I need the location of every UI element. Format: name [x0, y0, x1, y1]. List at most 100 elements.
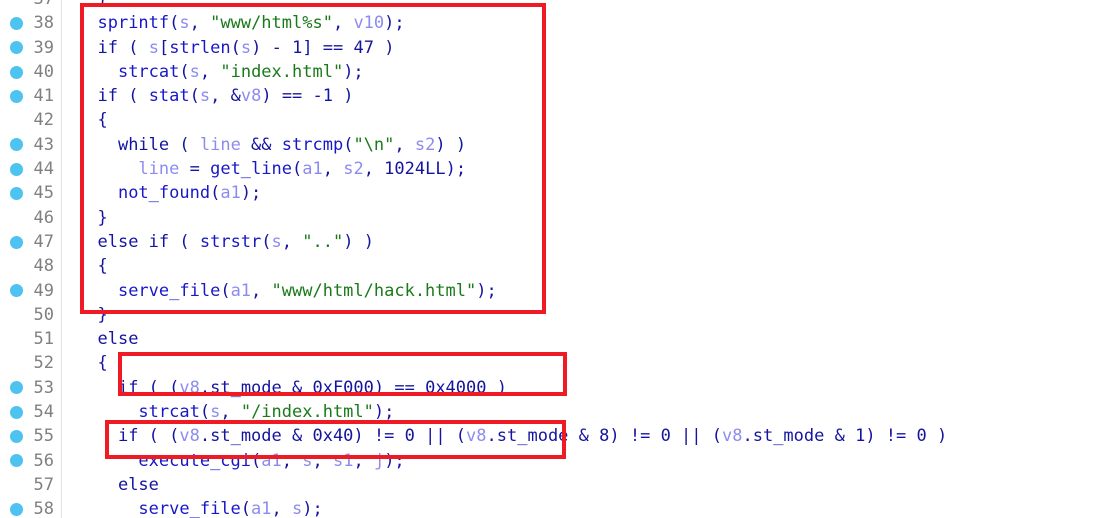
line-number-39[interactable]: 39 — [0, 36, 61, 60]
breakpoint-icon[interactable] — [10, 405, 23, 419]
code-token-var: s — [240, 37, 252, 58]
line-number-54[interactable]: 54 — [0, 400, 61, 424]
code-token-punc: ) — [333, 86, 354, 107]
code-token-punc: ( — [240, 499, 252, 518]
code-line-43[interactable]: while ( line && strcmp("\n", s2) ) — [63, 133, 1095, 157]
code-editor[interactable]: } sprintf(s, "www/html%s", v10); if ( s[… — [0, 0, 1095, 518]
code-line-56[interactable]: execute_cgi(a1, s, s1, j); — [63, 449, 1095, 473]
code-token-punc: , & — [210, 86, 241, 107]
line-number-40[interactable]: 40 — [0, 60, 61, 84]
code-token-var: s — [179, 13, 190, 34]
code-token-str: "/index.html" — [240, 402, 374, 423]
line-number-56[interactable]: 56 — [0, 449, 61, 473]
code-line-40[interactable]: strcat(s, "index.html"); — [63, 60, 1095, 84]
code-area[interactable]: } sprintf(s, "www/html%s", v10); if ( s[… — [63, 0, 1095, 518]
breakpoint-icon[interactable] — [10, 89, 23, 103]
code-token-punc: , — [189, 13, 211, 34]
code-line-42[interactable]: { — [63, 108, 1095, 132]
code-line-41[interactable]: if ( stat(s, &v8) == -1 ) — [63, 84, 1095, 108]
code-token-punc: ] == — [302, 37, 354, 58]
code-token-var: a1 — [251, 499, 272, 518]
breakpoint-icon[interactable] — [10, 284, 23, 298]
code-line-53[interactable]: if ( (v8.st_mode & 0xF000) == 0x4000 ) — [63, 376, 1095, 400]
line-number-47[interactable]: 47 — [0, 230, 61, 254]
code-token-str: ".." — [302, 231, 344, 252]
code-token-var: s — [189, 61, 200, 82]
breakpoint-icon[interactable] — [10, 16, 23, 30]
breakpoint-icon[interactable] — [10, 162, 23, 176]
line-number-label: 55 — [33, 426, 54, 447]
line-number-57[interactable]: 57 — [0, 473, 61, 497]
code-token-kw: else — [117, 474, 159, 495]
code-token-punc: , — [322, 159, 344, 180]
line-number-37[interactable]: 37 — [0, 0, 61, 11]
line-number-45[interactable]: 45 — [0, 181, 61, 205]
code-token-punc: ( ( — [138, 377, 180, 398]
breakpoint-icon[interactable] — [10, 187, 23, 201]
code-line-39[interactable]: if ( s[strlen(s) - 1] == 47 ) — [63, 36, 1095, 60]
line-number-label: 51 — [33, 329, 54, 350]
line-number-52[interactable]: 52 — [0, 351, 61, 375]
line-number-43[interactable]: 43 — [0, 133, 61, 157]
breakpoint-icon[interactable] — [10, 381, 23, 395]
breakpoint-icon[interactable] — [10, 429, 23, 443]
code-line-44[interactable]: line = get_line(a1, s2, 1024LL); — [63, 157, 1095, 181]
line-number-41[interactable]: 41 — [0, 84, 61, 108]
code-line-54[interactable]: strcat(s, "/index.html"); — [63, 400, 1095, 424]
breakpoint-icon[interactable] — [10, 138, 23, 152]
code-token-punc: ) != — [865, 426, 917, 447]
code-line-57[interactable]: else — [63, 473, 1095, 497]
code-line-55[interactable]: if ( (v8.st_mode & 0x40) != 0 || (v8.st_… — [63, 424, 1095, 448]
code-line-50[interactable]: } — [63, 303, 1095, 327]
line-number-label: 42 — [33, 110, 54, 131]
code-token-punc: , — [199, 61, 221, 82]
code-line-48[interactable]: { — [63, 254, 1095, 278]
code-line-46[interactable]: } — [63, 206, 1095, 230]
breakpoint-icon[interactable] — [10, 454, 23, 468]
line-number-55[interactable]: 55 — [0, 424, 61, 448]
code-token-fn: strcmp — [281, 134, 344, 155]
breakpoint-icon[interactable] — [10, 235, 23, 249]
code-line-49[interactable]: serve_file(a1, "www/html/hack.html"); — [63, 279, 1095, 303]
code-token-num: 0xF000 — [312, 377, 374, 398]
line-number-49[interactable]: 49 — [0, 279, 61, 303]
code-line-38[interactable]: sprintf(s, "www/html%s", v10); — [63, 11, 1095, 35]
code-token-fn: sprintf — [97, 13, 170, 34]
code-line-51[interactable]: else — [63, 327, 1095, 351]
code-token-var: line — [138, 159, 180, 180]
code-token-punc: , — [271, 499, 292, 518]
line-number-label: 41 — [33, 86, 54, 107]
code-token-num: 1 — [855, 426, 866, 447]
line-number-53[interactable]: 53 — [0, 376, 61, 400]
line-number-46[interactable]: 46 — [0, 206, 61, 230]
code-token-fn: strcat — [138, 402, 200, 423]
code-token-fn: not_found — [117, 183, 211, 204]
code-token-fn: serve_file — [117, 280, 221, 301]
breakpoint-icon[interactable] — [10, 65, 23, 79]
code-token-var: s — [148, 37, 159, 58]
breakpoint-icon[interactable] — [10, 41, 23, 55]
line-number-58[interactable]: 58 — [0, 497, 61, 518]
code-token-punc: } — [77, 207, 108, 228]
code-token-num: 1 — [322, 86, 334, 107]
code-line-45[interactable]: not_found(a1); — [63, 181, 1095, 205]
line-number-50[interactable]: 50 — [0, 303, 61, 327]
line-number-48[interactable]: 48 — [0, 254, 61, 278]
code-token-str: "index.html" — [220, 61, 344, 82]
code-line-58[interactable]: serve_file(a1, s); — [63, 497, 1095, 518]
code-token-fn: stat — [148, 86, 190, 107]
line-number-44[interactable]: 44 — [0, 157, 61, 181]
line-number-51[interactable]: 51 — [0, 327, 61, 351]
code-line-37[interactable]: } — [63, 0, 1095, 11]
code-line-47[interactable]: else if ( strstr(s, "..") ) — [63, 230, 1095, 254]
line-number-38[interactable]: 38 — [0, 11, 61, 35]
breakpoint-icon[interactable] — [10, 502, 23, 516]
code-token-punc: ( — [169, 231, 200, 252]
line-number-42[interactable]: 42 — [0, 108, 61, 132]
code-line-52[interactable]: { — [63, 351, 1095, 375]
line-number-gutter[interactable]: 37 38 39 40 41 42 43 44 45 46 47 48 49 50 51 52 53 54 55 56… — [0, 0, 62, 518]
